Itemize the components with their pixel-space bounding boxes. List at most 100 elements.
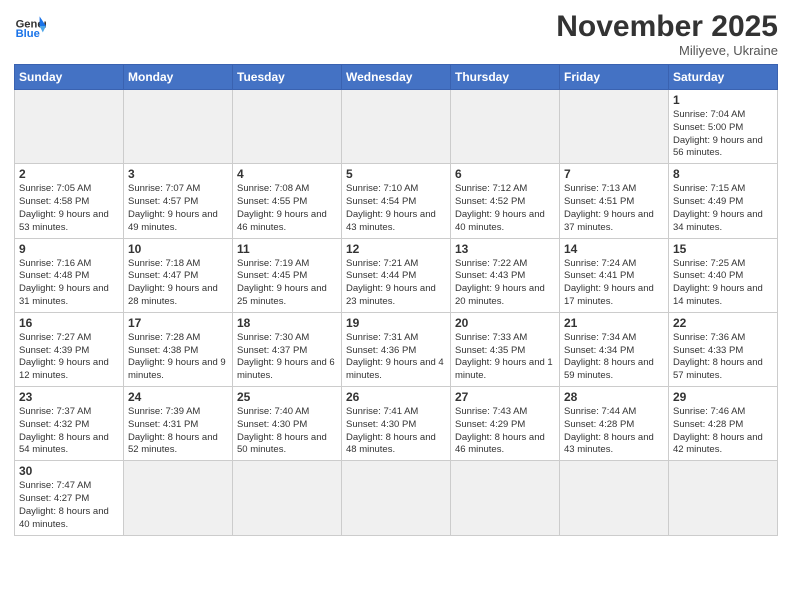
calendar-day-cell: 27Sunrise: 7:43 AM Sunset: 4:29 PM Dayli… — [451, 387, 560, 461]
calendar-week-row: 1Sunrise: 7:04 AM Sunset: 5:00 PM Daylig… — [15, 90, 778, 164]
weekday-header-row: SundayMondayTuesdayWednesdayThursdayFrid… — [15, 65, 778, 90]
calendar-day-cell — [451, 90, 560, 164]
calendar-day-cell: 9 Sunrise: 7:16 AM Sunset: 4:48 PM Daylig… — [15, 238, 124, 312]
calendar-day-cell: 24 Sunrise: 7:39 AM Sunset: 4:31 PM Dayli… — [124, 387, 233, 461]
day-number: 23 — [19, 390, 119, 404]
page: General Blue General Blue November 2025 … — [0, 0, 792, 612]
day-info: Sunrise: 7:41 AM Sunset: 4:30 PM Dayligh… — [346, 406, 446, 457]
month-title: November 2025 — [556, 10, 778, 43]
weekday-header-monday: Monday — [124, 65, 233, 90]
day-info: Sunrise: 7:24 AM Sunset: 4:41 PM Dayligh… — [564, 258, 664, 309]
calendar-day-cell: 16 Sunrise: 7:27 AM Sunset: 4:39 PM Dayli… — [15, 312, 124, 386]
calendar-day-cell: 3Sunrise: 7:07 AM Sunset: 4:57 PM Daylig… — [124, 164, 233, 238]
day-info: Sunrise: 7:33 AM Sunset: 4:35 PM Dayligh… — [455, 332, 555, 383]
calendar-day-cell: 20Sunrise: 7:33 AM Sunset: 4:35 PM Dayli… — [451, 312, 560, 386]
calendar-day-cell: 18Sunrise: 7:30 AM Sunset: 4:37 PM Dayli… — [233, 312, 342, 386]
day-number: 22 — [673, 316, 773, 330]
day-number: 25 — [237, 390, 337, 404]
calendar-day-cell: 15 Sunrise: 7:25 AM Sunset: 4:40 PM Dayli… — [669, 238, 778, 312]
day-number: 14 — [564, 242, 664, 256]
day-info: Sunrise: 7:15 AM Sunset: 4:49 PM Dayligh… — [673, 183, 773, 234]
day-number: 11 — [237, 242, 337, 256]
day-info: Sunrise: 7:37 AM Sunset: 4:32 PM Dayligh… — [19, 406, 119, 457]
day-number: 19 — [346, 316, 446, 330]
day-number: 12 — [346, 242, 446, 256]
day-number: 16 — [19, 316, 119, 330]
calendar-day-cell — [124, 90, 233, 164]
calendar-day-cell — [15, 90, 124, 164]
day-number: 24 — [128, 390, 228, 404]
day-number: 7 — [564, 167, 664, 181]
calendar-day-cell: 5Sunrise: 7:10 AM Sunset: 4:54 PM Daylig… — [342, 164, 451, 238]
day-info: Sunrise: 7:21 AM Sunset: 4:44 PM Dayligh… — [346, 258, 446, 309]
day-info: Sunrise: 7:43 AM Sunset: 4:29 PM Dayligh… — [455, 406, 555, 457]
weekday-header-saturday: Saturday — [669, 65, 778, 90]
calendar-week-row: 16 Sunrise: 7:27 AM Sunset: 4:39 PM Dayli… — [15, 312, 778, 386]
calendar-week-row: 2 Sunrise: 7:05 AM Sunset: 4:58 PM Daylig… — [15, 164, 778, 238]
day-info: Sunrise: 7:13 AM Sunset: 4:51 PM Dayligh… — [564, 183, 664, 234]
calendar-week-row: 30 Sunrise: 7:47 AM Sunset: 4:27 PM Dayli… — [15, 461, 778, 535]
day-info: Sunrise: 7:34 AM Sunset: 4:34 PM Dayligh… — [564, 332, 664, 383]
day-info: Sunrise: 7:08 AM Sunset: 4:55 PM Dayligh… — [237, 183, 337, 234]
day-info: Sunrise: 7:19 AM Sunset: 4:45 PM Dayligh… — [237, 258, 337, 309]
day-info: Sunrise: 7:18 AM Sunset: 4:47 PM Dayligh… — [128, 258, 228, 309]
calendar-day-cell: 7 Sunrise: 7:13 AM Sunset: 4:51 PM Daylig… — [560, 164, 669, 238]
calendar-day-cell: 25 Sunrise: 7:40 AM Sunset: 4:30 PM Dayli… — [233, 387, 342, 461]
day-number: 2 — [19, 167, 119, 181]
day-info: Sunrise: 7:25 AM Sunset: 4:40 PM Dayligh… — [673, 258, 773, 309]
day-info: Sunrise: 7:22 AM Sunset: 4:43 PM Dayligh… — [455, 258, 555, 309]
calendar-day-cell: 11 Sunrise: 7:19 AM Sunset: 4:45 PM Dayli… — [233, 238, 342, 312]
calendar-day-cell: 19 Sunrise: 7:31 AM Sunset: 4:36 PM Dayli… — [342, 312, 451, 386]
calendar-day-cell: 13 Sunrise: 7:22 AM Sunset: 4:43 PM Dayli… — [451, 238, 560, 312]
calendar-day-cell: 28Sunrise: 7:44 AM Sunset: 4:28 PM Dayli… — [560, 387, 669, 461]
calendar-day-cell: 30 Sunrise: 7:47 AM Sunset: 4:27 PM Dayli… — [15, 461, 124, 535]
calendar-day-cell: 1Sunrise: 7:04 AM Sunset: 5:00 PM Daylig… — [669, 90, 778, 164]
day-number: 13 — [455, 242, 555, 256]
day-number: 15 — [673, 242, 773, 256]
calendar-day-cell — [342, 90, 451, 164]
location: Miliyeve, Ukraine — [556, 43, 778, 58]
day-number: 29 — [673, 390, 773, 404]
weekday-header-friday: Friday — [560, 65, 669, 90]
day-info: Sunrise: 7:47 AM Sunset: 4:27 PM Dayligh… — [19, 480, 119, 531]
day-info: Sunrise: 7:04 AM Sunset: 5:00 PM Dayligh… — [673, 109, 773, 160]
day-info: Sunrise: 7:27 AM Sunset: 4:39 PM Dayligh… — [19, 332, 119, 383]
day-number: 26 — [346, 390, 446, 404]
calendar-day-cell: 14 Sunrise: 7:24 AM Sunset: 4:41 PM Dayli… — [560, 238, 669, 312]
calendar-day-cell — [342, 461, 451, 535]
day-number: 10 — [128, 242, 228, 256]
calendar-day-cell: 10 Sunrise: 7:18 AM Sunset: 4:47 PM Dayli… — [124, 238, 233, 312]
day-info: Sunrise: 7:16 AM Sunset: 4:48 PM Dayligh… — [19, 258, 119, 309]
day-number: 4 — [237, 167, 337, 181]
calendar-day-cell: 26 Sunrise: 7:41 AM Sunset: 4:30 PM Dayli… — [342, 387, 451, 461]
day-number: 9 — [19, 242, 119, 256]
generalblue-logo-icon: General Blue — [14, 10, 46, 42]
day-number: 17 — [128, 316, 228, 330]
calendar-day-cell — [124, 461, 233, 535]
day-info: Sunrise: 7:39 AM Sunset: 4:31 PM Dayligh… — [128, 406, 228, 457]
calendar-day-cell: 17 Sunrise: 7:28 AM Sunset: 4:38 PM Dayli… — [124, 312, 233, 386]
calendar-day-cell: 22Sunrise: 7:36 AM Sunset: 4:33 PM Dayli… — [669, 312, 778, 386]
calendar-day-cell: 12 Sunrise: 7:21 AM Sunset: 4:44 PM Dayli… — [342, 238, 451, 312]
calendar-day-cell: 8 Sunrise: 7:15 AM Sunset: 4:49 PM Daylig… — [669, 164, 778, 238]
day-info: Sunrise: 7:31 AM Sunset: 4:36 PM Dayligh… — [346, 332, 446, 383]
day-info: Sunrise: 7:05 AM Sunset: 4:58 PM Dayligh… — [19, 183, 119, 234]
day-info: Sunrise: 7:28 AM Sunset: 4:38 PM Dayligh… — [128, 332, 228, 383]
day-number: 21 — [564, 316, 664, 330]
calendar-day-cell — [560, 461, 669, 535]
day-number: 8 — [673, 167, 773, 181]
calendar-week-row: 9 Sunrise: 7:16 AM Sunset: 4:48 PM Daylig… — [15, 238, 778, 312]
day-number: 6 — [455, 167, 555, 181]
calendar-day-cell — [560, 90, 669, 164]
day-info: Sunrise: 7:30 AM Sunset: 4:37 PM Dayligh… — [237, 332, 337, 383]
day-info: Sunrise: 7:07 AM Sunset: 4:57 PM Dayligh… — [128, 183, 228, 234]
calendar-day-cell: 29Sunrise: 7:46 AM Sunset: 4:28 PM Dayli… — [669, 387, 778, 461]
calendar-day-cell — [451, 461, 560, 535]
calendar-day-cell — [669, 461, 778, 535]
calendar-table: SundayMondayTuesdayWednesdayThursdayFrid… — [14, 64, 778, 536]
day-info: Sunrise: 7:12 AM Sunset: 4:52 PM Dayligh… — [455, 183, 555, 234]
weekday-header-tuesday: Tuesday — [233, 65, 342, 90]
day-number: 30 — [19, 464, 119, 478]
calendar-day-cell — [233, 461, 342, 535]
day-info: Sunrise: 7:40 AM Sunset: 4:30 PM Dayligh… — [237, 406, 337, 457]
